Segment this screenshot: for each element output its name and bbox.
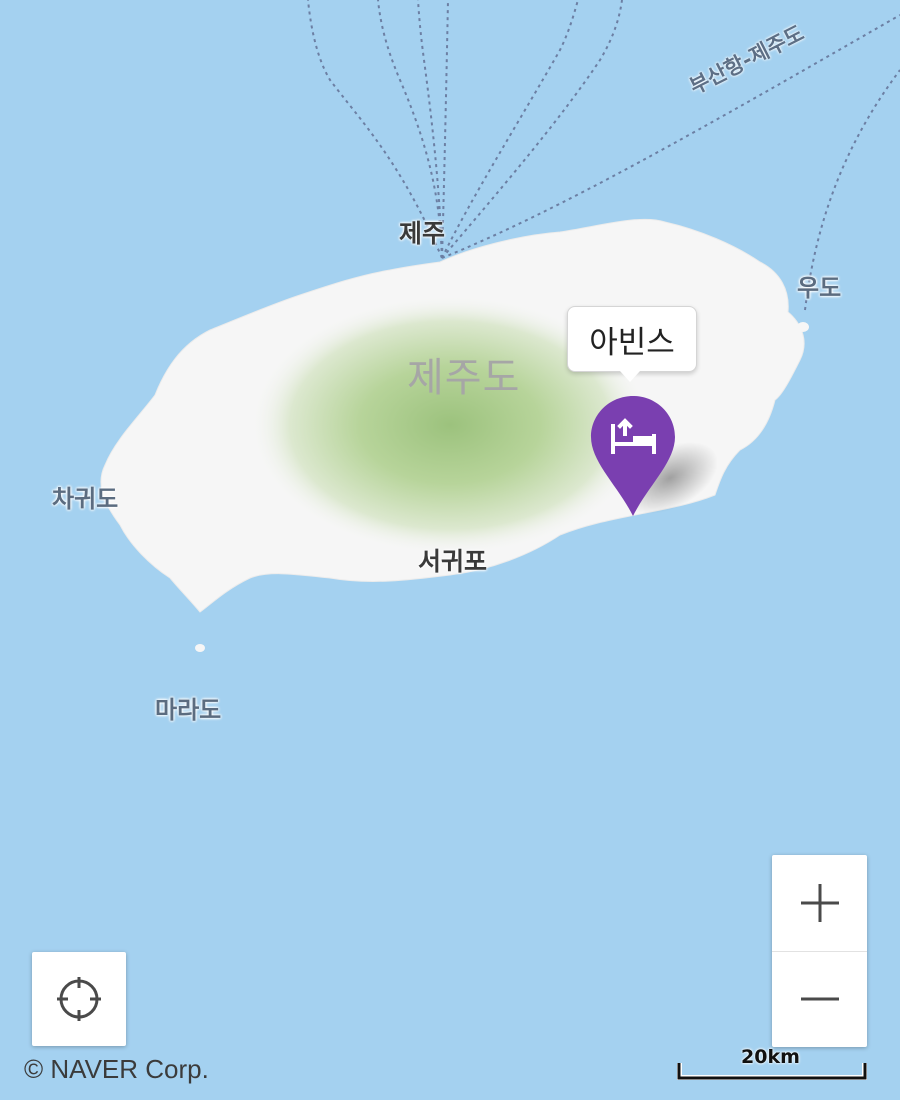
- zoom-in-button[interactable]: [772, 855, 867, 951]
- label-jeju-island: 제주도: [407, 355, 521, 401]
- callout-tip: [620, 371, 640, 382]
- plus-icon: [800, 883, 839, 922]
- marado-island-shape: [195, 644, 205, 652]
- zoom-out-button[interactable]: [772, 952, 867, 1048]
- map-canvas[interactable]: 제주 제주도 서귀포 차귀도 마라도 우도 부산항-제주도 아빈스 © NAVE…: [0, 0, 900, 1100]
- minus-icon: [800, 997, 839, 1001]
- udo-island-shape: [797, 322, 809, 332]
- label-jeju-city[interactable]: 제주: [399, 214, 445, 250]
- label-udo[interactable]: 우도: [797, 268, 841, 303]
- zoom-control: [772, 855, 867, 1047]
- crosshair-icon: [57, 977, 101, 1021]
- scale-bar: [677, 1063, 867, 1080]
- marker-callout[interactable]: 아빈스: [567, 306, 697, 372]
- label-chagwido[interactable]: 차귀도: [52, 479, 118, 514]
- marker-name: 아빈스: [589, 324, 675, 361]
- label-marado[interactable]: 마라도: [155, 690, 221, 725]
- my-location-button[interactable]: [32, 952, 126, 1046]
- hotel-pin-marker[interactable]: [588, 394, 678, 518]
- copyright-text: © NAVER Corp.: [24, 1054, 209, 1084]
- label-seogwipo[interactable]: 서귀포: [418, 542, 487, 578]
